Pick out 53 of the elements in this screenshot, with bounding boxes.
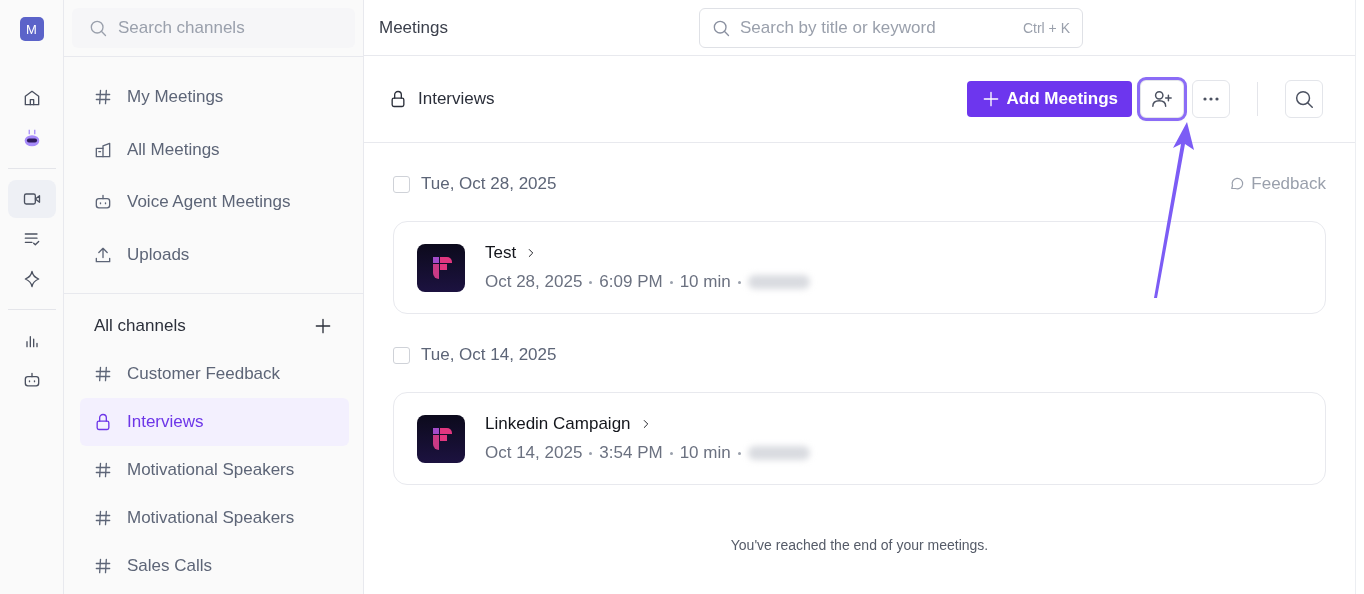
hash-icon — [93, 460, 113, 480]
plus-icon — [313, 316, 333, 336]
more-icon — [1203, 97, 1219, 101]
channel-item[interactable]: Sales Calls — [80, 542, 349, 590]
checkbox[interactable] — [393, 175, 410, 193]
add-channel-button[interactable] — [313, 316, 333, 336]
meeting-date: Oct 14, 2025 — [485, 443, 583, 463]
meeting-time: 3:54 PM — [599, 443, 663, 463]
add-meetings-button[interactable]: Add Meetings — [966, 81, 1132, 117]
page-title: Meetings — [379, 17, 449, 38]
separator-dot — [589, 451, 593, 455]
separator-dot — [737, 280, 741, 284]
hash-icon — [93, 556, 113, 576]
date-heading: Tue, Oct 28, 2025 — [421, 174, 557, 194]
channel-item[interactable]: Interviews — [80, 398, 349, 446]
channel-item[interactable]: Motivational Speakers — [80, 494, 349, 542]
separator-dot — [589, 280, 593, 284]
sidebar-item[interactable]: My Meetings — [80, 71, 347, 124]
meeting-title[interactable]: Linkedin Campaign — [485, 414, 631, 434]
date-heading: Tue, Oct 14, 2025 — [421, 345, 557, 365]
app-logo-icon — [417, 414, 465, 463]
separator-dot — [737, 451, 741, 455]
meeting-card[interactable]: Test Oct 28, 2025 6:09 PM 10 min — [393, 221, 1326, 314]
workspace-avatar[interactable]: M — [19, 17, 44, 41]
sidebar-item[interactable]: All Meetings — [80, 123, 347, 176]
search-icon — [1293, 88, 1315, 110]
end-of-list-message: You've reached the end of your meetings. — [729, 537, 990, 553]
search-button[interactable] — [1285, 80, 1323, 118]
hash-icon — [93, 364, 113, 384]
meeting-duration: 10 min — [679, 443, 731, 463]
blurred-name — [747, 446, 810, 460]
section-title: All channels — [94, 316, 186, 336]
person-plus-icon — [1151, 88, 1173, 110]
checkbox[interactable] — [393, 346, 410, 364]
meeting-duration: 10 min — [679, 272, 731, 292]
meeting-card[interactable]: Linkedin Campaign Oct 14, 2025 3:54 PM 10 min — [393, 392, 1326, 485]
invite-button[interactable] — [1140, 80, 1184, 118]
channel-item[interactable]: Motivational Speakers — [80, 446, 349, 494]
meeting-date: Oct 28, 2025 — [485, 272, 583, 292]
shortcut-hint: Ctrl + K — [1022, 19, 1070, 36]
rail-button[interactable] — [7, 180, 56, 218]
separator-dot — [669, 280, 673, 284]
blurred-name — [747, 275, 810, 289]
sidebar-item[interactable]: Voice Agent Meetings — [80, 176, 347, 229]
hash-icon — [93, 508, 113, 528]
channel-title: Interviews — [418, 89, 495, 109]
search-field[interactable]: Search channels — [72, 8, 355, 48]
channel-item[interactable]: Customer Feedback — [80, 350, 349, 398]
app-logo-icon — [417, 243, 465, 292]
sidebar-item[interactable]: Uploads — [80, 228, 347, 281]
meeting-time: 6:09 PM — [599, 272, 663, 292]
meeting-title[interactable]: Test — [485, 243, 517, 263]
separator-dot — [669, 451, 673, 455]
